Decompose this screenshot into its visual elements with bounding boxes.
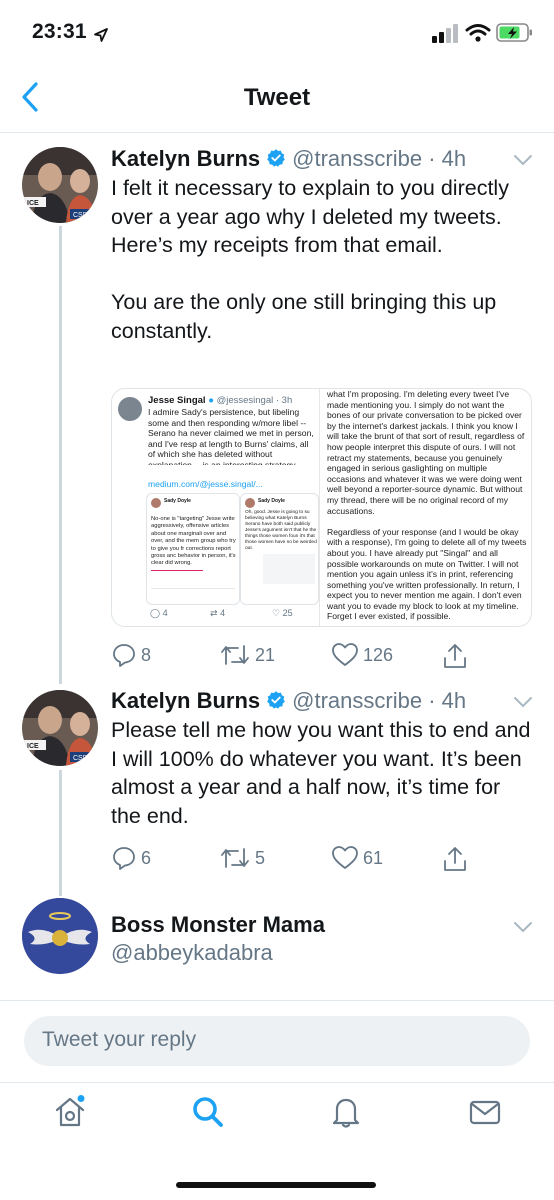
- battery-icon: [496, 23, 532, 42]
- verified-badge-icon: [267, 149, 285, 167]
- tweet-text: I felt it necessary to explain to you di…: [111, 176, 509, 343]
- header-divider: [0, 132, 554, 133]
- share-icon[interactable]: [441, 642, 469, 670]
- author-handle[interactable]: @abbeykadabra: [111, 940, 273, 965]
- share-icon[interactable]: [441, 845, 469, 873]
- tweet-actions: 8 21 126: [111, 642, 531, 670]
- page-title: Tweet: [243, 84, 311, 111]
- retweet-icon: ⇄: [210, 608, 218, 618]
- author-name[interactable]: Katelyn Burns: [111, 146, 260, 171]
- like-icon: [332, 643, 358, 666]
- author-handle[interactable]: @transscribe · 4h: [292, 146, 466, 171]
- reply-icon: ◯: [150, 608, 161, 618]
- tweet-header: Katelyn Burns @transscribe · 4h: [111, 146, 466, 172]
- tweet-header: Boss Monster Mama: [111, 912, 325, 938]
- author-name[interactable]: Boss Monster Mama: [111, 912, 325, 937]
- chevron-down-icon[interactable]: [513, 695, 533, 709]
- reply-icon: [113, 847, 135, 870]
- svg-text:ICE: ICE: [27, 743, 39, 750]
- like-count: 61: [363, 847, 384, 868]
- verified-badge-icon: [267, 691, 285, 709]
- embedded-text: I admire Sady's persistence, but libelin…: [148, 407, 314, 465]
- retweet-count: 5: [255, 847, 266, 868]
- avatar[interactable]: ICE CSPAN: [22, 690, 98, 766]
- avatar[interactable]: [22, 898, 98, 974]
- like-icon: [332, 846, 358, 869]
- quoted-tweet: Sady Doyle No-one is "targeting" Jesse w…: [146, 493, 240, 605]
- tweet-media-image[interactable]: Jesse Singal ● @jessesingal · 3h I admir…: [111, 388, 532, 627]
- status-time: 23:31: [32, 20, 87, 43]
- retweet-count: 21: [255, 644, 276, 665]
- quoted-text: Oh, good. Jesse is going to su believing…: [245, 510, 317, 551]
- author-handle[interactable]: @transscribe · 4h: [292, 688, 466, 713]
- embedded-retweet-count: 4: [220, 608, 226, 618]
- avatar[interactable]: ICE CSPAN: [22, 147, 98, 223]
- embedded-reply-count: 4: [162, 608, 168, 618]
- like-button[interactable]: 61: [331, 845, 383, 871]
- embedded-avatar: [118, 397, 142, 421]
- screenshot-tweet: Jesse Singal ● @jessesingal · 3h I admir…: [112, 389, 320, 626]
- quoted-tweet: Sady Doyle Oh, good. Jesse is going to s…: [240, 493, 319, 605]
- email-screenshot-text: what I'm proposing. I'm deleting every t…: [327, 389, 527, 621]
- notifications-icon[interactable]: [328, 1094, 364, 1130]
- thread-line: [59, 770, 62, 896]
- chevron-down-icon[interactable]: [513, 920, 533, 934]
- like-count: 126: [363, 644, 394, 665]
- signal-icon: [432, 24, 458, 43]
- retweet-icon: [221, 645, 249, 665]
- like-button[interactable]: 126: [331, 642, 393, 668]
- thread-line: [59, 226, 62, 684]
- retweet-button[interactable]: 21: [219, 642, 275, 668]
- embedded-handle: @jessesingal · 3h: [216, 395, 293, 406]
- quoted-text: No-one is "targeting" Jesse write aggres…: [151, 516, 236, 567]
- reply-placeholder: Tweet your reply: [42, 1028, 197, 1051]
- svg-text:CSPAN: CSPAN: [73, 212, 97, 219]
- home-indicator: [176, 1182, 376, 1188]
- like-icon: ♡: [272, 608, 281, 618]
- tweet-actions: 6 5 61: [111, 845, 531, 873]
- retweet-button[interactable]: 5: [219, 845, 265, 871]
- chevron-down-icon[interactable]: [513, 153, 533, 167]
- svg-text:CSPAN: CSPAN: [73, 755, 97, 762]
- wifi-icon: [465, 24, 491, 42]
- tweet-text: Please tell me how you want this to end …: [111, 718, 531, 828]
- embedded-like-count: 25: [282, 608, 293, 618]
- reply-button[interactable]: 8: [111, 642, 151, 668]
- location-arrow-icon: [94, 28, 108, 42]
- reply-count: 6: [141, 847, 152, 868]
- retweet-icon: [221, 848, 249, 868]
- svg-text:ICE: ICE: [27, 200, 39, 207]
- embedded-author: Jesse Singal: [148, 395, 206, 406]
- reply-icon: [113, 644, 135, 667]
- home-icon[interactable]: [52, 1094, 88, 1130]
- reply-button[interactable]: 6: [111, 845, 151, 871]
- reply-count: 8: [141, 644, 152, 665]
- embedded-link: medium.com/@jesse.singal/...: [148, 479, 263, 489]
- tweet-header: Katelyn Burns @transscribe · 4h: [111, 688, 466, 714]
- author-name[interactable]: Katelyn Burns: [111, 688, 260, 713]
- reply-divider: [0, 1000, 554, 1001]
- messages-icon[interactable]: [467, 1094, 503, 1130]
- search-icon[interactable]: [190, 1094, 226, 1130]
- tabbar-divider: [0, 1082, 554, 1083]
